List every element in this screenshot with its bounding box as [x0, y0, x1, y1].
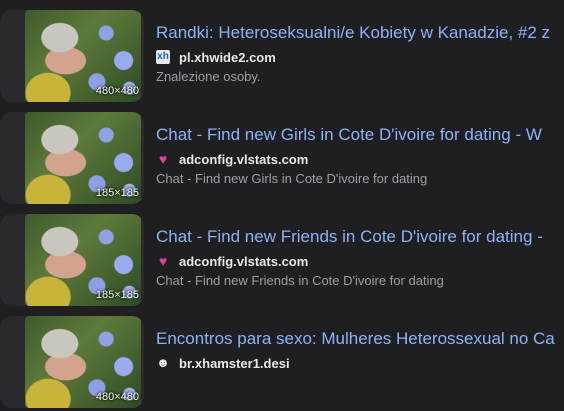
- result-item[interactable]: 480×480 Randki: Heteroseksualni/e Kobiet…: [0, 10, 564, 102]
- result-thumbnail[interactable]: 480×480: [0, 316, 144, 408]
- result-domain[interactable]: pl.xhwide2.com: [179, 50, 276, 65]
- result-domain[interactable]: adconfig.vlstats.com: [179, 152, 308, 167]
- result-snippet: Znalezione osoby.: [156, 69, 261, 84]
- heart-icon: ♥: [158, 253, 168, 269]
- result-source[interactable]: ♥ adconfig.vlstats.com: [156, 253, 308, 269]
- result-item[interactable]: 185×185 Chat - Find new Girls in Cote D'…: [0, 112, 564, 204]
- result-title-link[interactable]: Chat - Find new Friends in Cote D'ivoire…: [156, 227, 564, 247]
- resolution-badge: 480×480: [95, 391, 139, 403]
- result-thumbnail[interactable]: 185×185: [0, 214, 144, 306]
- resolution-badge: 480×480: [95, 85, 139, 97]
- result-title-link[interactable]: Chat - Find new Girls in Cote D'ivoire f…: [156, 125, 564, 145]
- result-domain[interactable]: br.xhamster1.desi: [179, 356, 290, 371]
- result-item[interactable]: 185×185 Chat - Find new Friends in Cote …: [0, 214, 564, 306]
- result-snippet: Chat - Find new Girls in Cote D'ivoire f…: [156, 171, 428, 186]
- result-domain[interactable]: adconfig.vlstats.com: [179, 254, 308, 269]
- result-thumbnail[interactable]: 480×480: [0, 10, 144, 102]
- xh-square-icon: xh: [156, 50, 170, 64]
- result-title-link[interactable]: Encontros para sexo: Mulheres Heterossex…: [156, 329, 564, 349]
- result-source[interactable]: ♥ adconfig.vlstats.com: [156, 151, 308, 167]
- result-snippet: Chat - Find new Friends in Cote D'ivoire…: [156, 273, 444, 288]
- result-source[interactable]: ☻ br.xhamster1.desi: [156, 355, 290, 371]
- hamster-icon: ☻: [156, 355, 170, 370]
- result-source[interactable]: xh pl.xhwide2.com: [156, 49, 276, 65]
- image-results-list: 480×480 Randki: Heteroseksualni/e Kobiet…: [0, 0, 564, 411]
- resolution-badge: 185×185: [95, 289, 139, 301]
- result-item[interactable]: 480×480 Encontros para sexo: Mulheres He…: [0, 316, 564, 408]
- heart-icon: ♥: [158, 151, 168, 167]
- result-title-link[interactable]: Randki: Heteroseksualni/e Kobiety w Kana…: [156, 23, 564, 43]
- resolution-badge: 185×185: [95, 187, 139, 199]
- result-thumbnail[interactable]: 185×185: [0, 112, 144, 204]
